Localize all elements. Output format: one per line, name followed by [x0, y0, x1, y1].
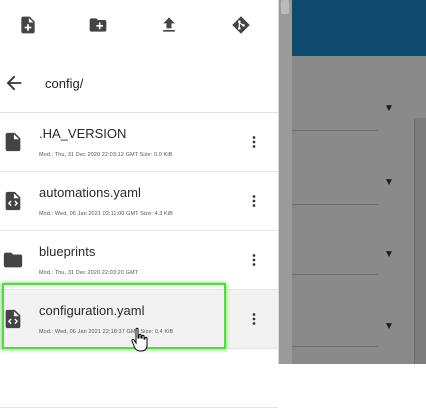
folder-icon — [3, 252, 23, 268]
new-folder-button[interactable] — [87, 14, 109, 36]
more-vert-icon[interactable] — [245, 250, 263, 270]
file-row[interactable] — [0, 349, 278, 408]
upload-icon — [163, 17, 175, 32]
more-vert-icon[interactable] — [245, 191, 263, 211]
new-file-icon — [21, 16, 35, 34]
file-meta: Mod.: Thu, 31 Dec 2020 22:03:12 GMT Size… — [39, 152, 173, 158]
code-file-icon — [5, 191, 21, 211]
back-button[interactable] — [3, 72, 25, 94]
new-file-button[interactable] — [17, 14, 39, 36]
current-path: config/ — [45, 76, 84, 91]
more-vert-icon[interactable] — [245, 132, 263, 152]
scrollbar[interactable] — [278, 0, 292, 364]
git-icon — [232, 16, 250, 34]
hand-pointer-icon — [131, 327, 148, 352]
background-card — [414, 118, 426, 364]
file-icon — [5, 132, 21, 152]
file-name: blueprints — [39, 244, 96, 259]
file-name: configuration.yaml — [39, 303, 145, 318]
background-dropdown-1 — [292, 56, 378, 131]
code-file-icon — [5, 309, 21, 329]
background-dropdown-2 — [292, 130, 378, 205]
file-browser-panel: config/ .HA_VERSION Mod.: Thu, 31 Dec 20… — [0, 0, 279, 408]
file-row[interactable]: automations.yaml Mod.: Wed, 06 Jan 2021 … — [0, 172, 278, 231]
file-name: .HA_VERSION — [39, 126, 127, 141]
scrollbar-thumb[interactable] — [281, 0, 289, 14]
chevron-down-icon: ▼ — [384, 249, 394, 260]
upload-button[interactable] — [158, 14, 180, 36]
arrow-left-icon — [6, 75, 22, 91]
chevron-down-icon: ▼ — [384, 321, 394, 332]
file-meta: Mod.: Wed, 06 Jan 2021 02:11:00 GMT Size… — [39, 211, 173, 217]
folder-row[interactable]: blueprints Mod.: Thu, 31 Dec 2020 22:03:… — [0, 231, 278, 290]
background-app-header — [292, 0, 426, 56]
chevron-down-icon: ▼ — [384, 177, 394, 188]
file-toolbar — [0, 0, 278, 50]
file-meta: Mod.: Wed, 06 Jan 2021 22:18:37 GMT Size… — [39, 329, 174, 335]
file-name: automations.yaml — [39, 185, 141, 200]
file-row[interactable]: .HA_VERSION Mod.: Thu, 31 Dec 2020 22:03… — [0, 113, 278, 172]
new-folder-icon — [89, 18, 107, 32]
more-vert-icon[interactable] — [245, 309, 263, 329]
git-button[interactable] — [230, 14, 252, 36]
background-dropdown-4 — [292, 272, 378, 347]
path-bar: config/ — [0, 62, 278, 106]
file-meta: Mod.: Thu, 31 Dec 2020 22:03:20 GMT — [39, 270, 139, 276]
background-dropdown-3 — [292, 200, 378, 275]
chevron-down-icon: ▼ — [384, 103, 394, 114]
